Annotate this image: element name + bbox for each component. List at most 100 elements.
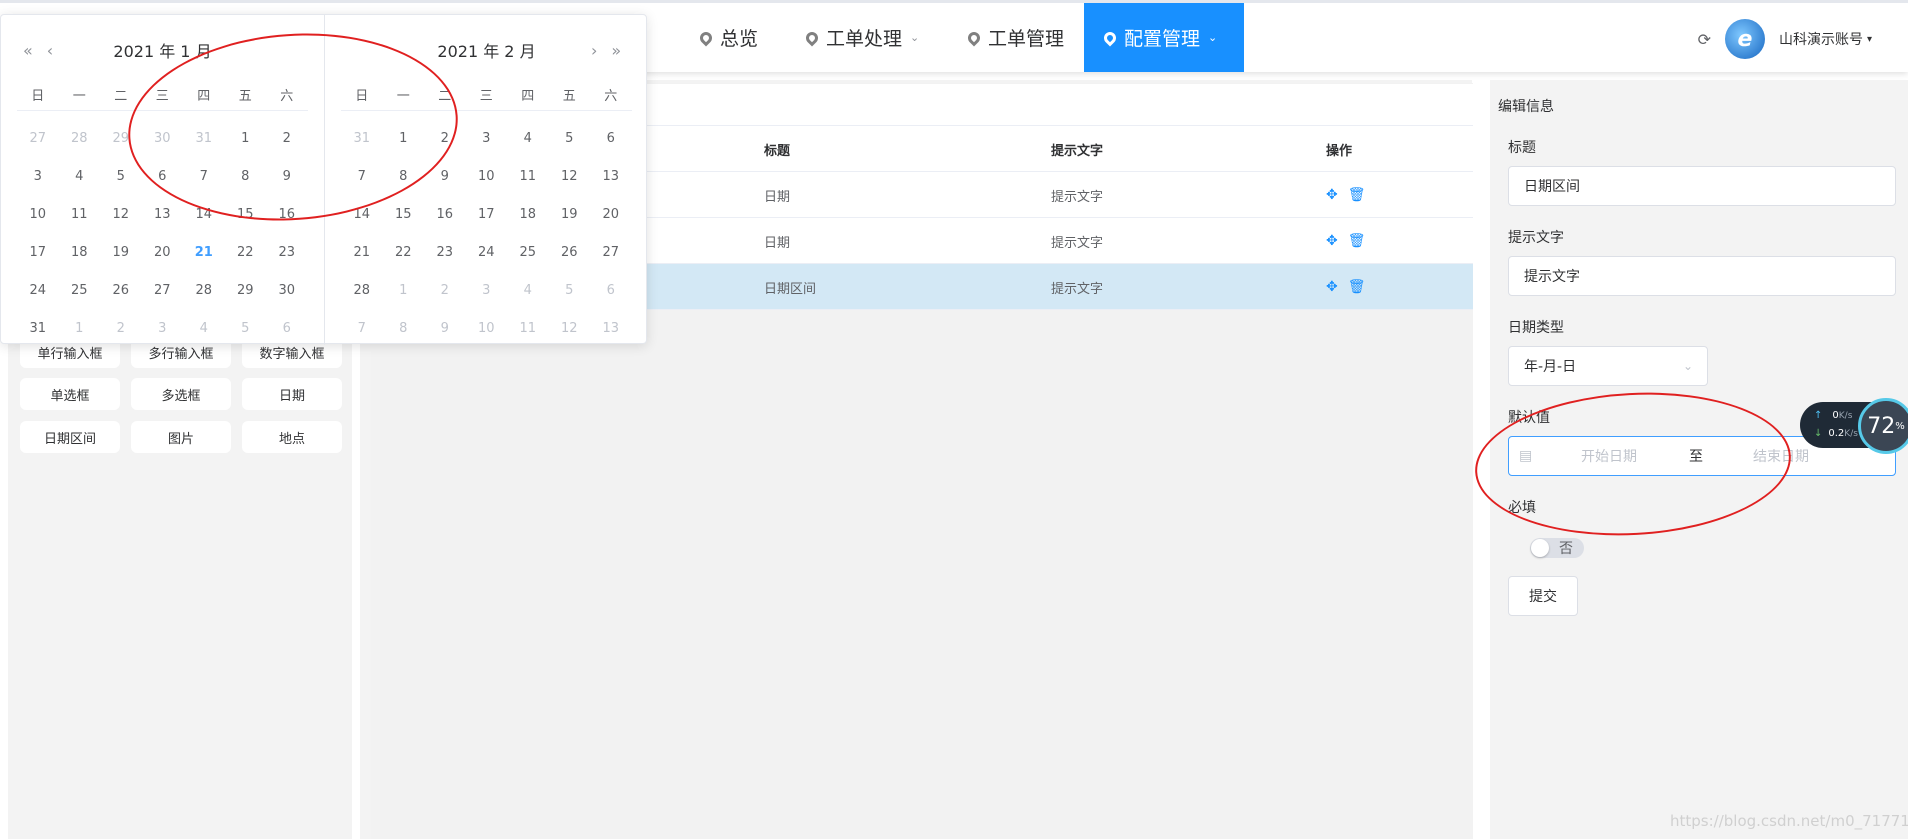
calendar-day[interactable]: 3	[142, 321, 184, 336]
calendar-day[interactable]: 12	[549, 169, 591, 184]
calendar-day[interactable]: 21	[341, 245, 383, 260]
delete-icon[interactable]: 🗑	[1348, 233, 1366, 249]
calendar-day[interactable]: 29	[225, 283, 267, 298]
next-month-icon[interactable]: ›	[591, 41, 597, 60]
calendar-day[interactable]: 19	[100, 245, 142, 260]
calendar-day[interactable]: 6	[590, 131, 632, 146]
calendar-day[interactable]: 17	[17, 245, 59, 260]
component-button[interactable]: 单选框	[20, 378, 120, 410]
calendar-day[interactable]: 8	[383, 321, 425, 336]
calendar-day[interactable]: 28	[341, 283, 383, 298]
download-speed: 0.2	[1828, 428, 1845, 439]
nav-item-config-management[interactable]: 配置管理 ⌄	[1084, 3, 1244, 72]
calendar-day[interactable]: 18	[59, 245, 101, 260]
drag-move-icon[interactable]: ✥	[1326, 187, 1338, 203]
drag-move-icon[interactable]: ✥	[1326, 279, 1338, 295]
calendar-day[interactable]: 26	[100, 283, 142, 298]
component-button[interactable]: 日期区间	[20, 421, 120, 453]
drag-move-icon[interactable]: ✥	[1326, 233, 1338, 249]
required-switch[interactable]: 否	[1530, 538, 1584, 558]
calendar-day[interactable]: 10	[466, 169, 508, 184]
calendar-day[interactable]: 25	[59, 283, 101, 298]
calendar-day[interactable]: 18	[507, 207, 549, 222]
calendar-day[interactable]: 28	[59, 131, 101, 146]
calendar-day[interactable]: 24	[17, 283, 59, 298]
calendar-day[interactable]: 13	[142, 207, 184, 222]
delete-icon[interactable]: 🗑	[1348, 187, 1366, 203]
calendar-day[interactable]: 7	[341, 321, 383, 336]
calendar-day[interactable]: 21	[183, 245, 225, 260]
component-button[interactable]: 地点	[242, 421, 342, 453]
calendar-day[interactable]: 27	[590, 245, 632, 260]
calendar-day[interactable]: 27	[142, 283, 184, 298]
calendar-day[interactable]: 20	[590, 207, 632, 222]
user-name[interactable]: 山科演示账号	[1779, 29, 1863, 49]
calendar-day[interactable]: 5	[225, 321, 267, 336]
calendar-day[interactable]: 16	[424, 207, 466, 222]
calendar-day[interactable]: 4	[507, 283, 549, 298]
calendar-day[interactable]: 27	[17, 131, 59, 146]
calendar-day[interactable]: 23	[424, 245, 466, 260]
calendar-day[interactable]: 3	[466, 131, 508, 146]
submit-button[interactable]: 提交	[1508, 576, 1578, 616]
calendar-day[interactable]: 23	[266, 245, 308, 260]
calendar-day[interactable]: 17	[466, 207, 508, 222]
calendar-day[interactable]: 19	[549, 207, 591, 222]
switch-knob	[1531, 539, 1549, 557]
calendar-day[interactable]: 4	[507, 131, 549, 146]
calendar-day[interactable]: 28	[183, 283, 225, 298]
calendar-day[interactable]: 1	[383, 283, 425, 298]
calendar-day[interactable]: 4	[183, 321, 225, 336]
hint-input[interactable]: 提示文字	[1508, 256, 1896, 296]
calendar-day[interactable]: 10	[466, 321, 508, 336]
calendar-day[interactable]: 6	[266, 321, 308, 336]
avatar[interactable]: e	[1724, 19, 1765, 59]
row-operations: ✥ 🗑	[1326, 172, 1426, 218]
calendar-day[interactable]: 4	[59, 169, 101, 184]
calendar-day[interactable]: 3	[466, 283, 508, 298]
calendar-day[interactable]: 11	[507, 169, 549, 184]
caret-down-icon[interactable]: ▾	[1867, 34, 1872, 45]
user-menu[interactable]: ⟳ e 山科演示账号 ▾	[1698, 19, 1872, 59]
calendar-day[interactable]: 2	[424, 283, 466, 298]
network-speed-widget[interactable]: ↑ 0K/s ↓ 0.2K/s 72%	[1800, 398, 1908, 454]
next-year-icon[interactable]: »	[611, 41, 621, 60]
calendar-day[interactable]: 11	[507, 321, 549, 336]
calendar-day[interactable]: 12	[549, 321, 591, 336]
calendar-day[interactable]: 31	[17, 321, 59, 336]
nav-item-ticket-management[interactable]: 工单管理	[948, 3, 1084, 72]
calendar-day[interactable]: 24	[466, 245, 508, 260]
calendar-day[interactable]: 5	[549, 283, 591, 298]
component-button[interactable]: 日期	[242, 378, 342, 410]
refresh-icon[interactable]: ⟳	[1698, 30, 1711, 49]
right-panel-nav: › »	[591, 35, 621, 65]
nav-item-ticket-processing[interactable]: 工单处理 ⌄	[786, 3, 939, 72]
date-type-select[interactable]: 年-月-日 ⌄	[1508, 346, 1708, 386]
calendar-day[interactable]: 25	[507, 245, 549, 260]
component-button[interactable]: 多选框	[131, 378, 231, 410]
nav-item-overview[interactable]: 总览	[680, 3, 778, 72]
calendar-day[interactable]: 13	[590, 321, 632, 336]
calendar-day[interactable]: 15	[383, 207, 425, 222]
weekday-label: 六	[604, 89, 618, 104]
calendar-day[interactable]: 1	[59, 321, 101, 336]
nav-item-label: 总览	[720, 28, 759, 50]
calendar-day[interactable]: 5	[549, 131, 591, 146]
delete-icon[interactable]: 🗑	[1348, 279, 1366, 295]
calendar-day[interactable]: 10	[17, 207, 59, 222]
calendar-day[interactable]: 20	[142, 245, 184, 260]
calendar-day[interactable]: 6	[590, 283, 632, 298]
calendar-day[interactable]: 3	[17, 169, 59, 184]
calendar-day[interactable]: 5	[100, 169, 142, 184]
calendar-day[interactable]: 30	[266, 283, 308, 298]
component-button[interactable]: 图片	[131, 421, 231, 453]
calendar-day[interactable]: 2	[100, 321, 142, 336]
calendar-day[interactable]: 26	[549, 245, 591, 260]
calendar-day[interactable]: 13	[590, 169, 632, 184]
title-input[interactable]: 日期区间	[1508, 166, 1896, 206]
calendar-day[interactable]: 11	[59, 207, 101, 222]
calendar-day[interactable]: 12	[100, 207, 142, 222]
calendar-day[interactable]: 22	[383, 245, 425, 260]
calendar-day[interactable]: 9	[424, 321, 466, 336]
calendar-day[interactable]: 22	[225, 245, 267, 260]
